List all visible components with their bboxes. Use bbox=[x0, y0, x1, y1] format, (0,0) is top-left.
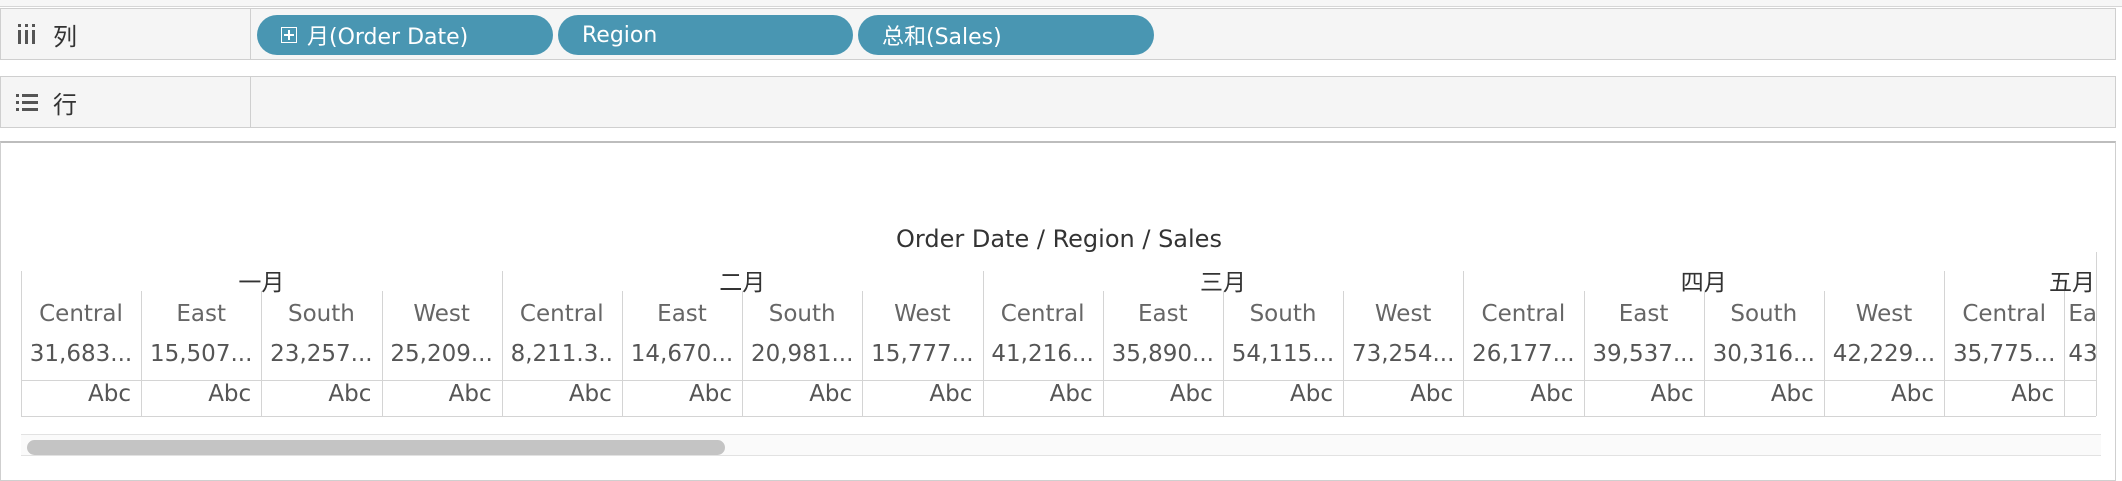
sales-value: 31,683... bbox=[29, 341, 133, 367]
region-header: South bbox=[287, 301, 355, 327]
region-header: Ea bbox=[2068, 301, 2097, 327]
month-header: 五月 bbox=[2049, 270, 2095, 296]
mark-text-cell[interactable]: Abc bbox=[21, 381, 131, 407]
columns-shelf-label: 列 bbox=[1, 9, 251, 59]
sales-value: 20,981... bbox=[750, 341, 854, 367]
pill-sum-sales[interactable]: 总和(Sales) bbox=[858, 15, 1154, 55]
region-header: Central bbox=[519, 301, 604, 327]
region-header: Central bbox=[1000, 301, 1085, 327]
region-header: West bbox=[1374, 301, 1432, 327]
rows-label: 行 bbox=[53, 90, 77, 119]
mark-text-cell[interactable]: Abc bbox=[862, 381, 972, 407]
region-header: West bbox=[894, 301, 951, 327]
pill-label: 总和(Sales) bbox=[882, 25, 1002, 50]
columns-label: 列 bbox=[53, 22, 77, 51]
region-header: South bbox=[1249, 301, 1317, 327]
mark-text-cell[interactable]: Abc bbox=[1463, 381, 1573, 407]
mark-text-cell[interactable]: Abc bbox=[983, 381, 1093, 407]
columns-icon bbox=[15, 22, 39, 46]
viz-view[interactable]: Order Date / Region / Sales 一月 二月 三月 四月 五月 Ce… bbox=[0, 141, 2116, 481]
scrollbar-thumb[interactable] bbox=[27, 440, 725, 455]
sales-value: 15,507... bbox=[149, 341, 253, 367]
mark-text-cell[interactable]: Abc bbox=[261, 381, 371, 407]
mark-text-cell[interactable]: Abc bbox=[502, 381, 612, 407]
mark-text-cell[interactable]: Abc bbox=[1103, 381, 1213, 407]
sales-value: 35,890... bbox=[1111, 341, 1214, 367]
region-header: Central bbox=[1962, 301, 2047, 327]
header-title: Order Date / Region / Sales bbox=[896, 225, 1222, 253]
mark-text-cell[interactable]: Abc bbox=[1223, 381, 1333, 407]
mark-text-cell[interactable]: Abc bbox=[1584, 381, 1694, 407]
mark-text-cell[interactable]: Abc bbox=[382, 381, 492, 407]
region-header: West bbox=[413, 301, 470, 327]
region-header: South bbox=[1730, 301, 1798, 327]
mark-text-cell[interactable]: Abc bbox=[1944, 381, 2054, 407]
expand-plus-icon[interactable] bbox=[281, 27, 297, 43]
rows-icon bbox=[15, 90, 39, 114]
mark-text-cell[interactable]: Abc bbox=[1824, 381, 1934, 407]
sales-value: 39,537... bbox=[1592, 341, 1695, 367]
column-divider bbox=[2064, 291, 2066, 416]
columns-shelf[interactable]: 列 月(Order Date) Region 总和(Sales) bbox=[0, 8, 2116, 60]
region-header: West bbox=[1855, 301, 1913, 327]
region-header: Central bbox=[39, 301, 123, 327]
mark-text-cell[interactable]: Abc bbox=[742, 381, 852, 407]
region-header: East bbox=[176, 301, 226, 327]
sales-value: 14,670... bbox=[630, 341, 734, 367]
sales-value: 41,216... bbox=[991, 341, 1094, 367]
sales-value: 15,777... bbox=[871, 341, 974, 367]
sales-value: 26,177... bbox=[1472, 341, 1575, 367]
mark-text-cell[interactable]: Abc bbox=[622, 381, 732, 407]
sales-value: 23,257... bbox=[270, 341, 373, 367]
region-header: East bbox=[1618, 301, 1669, 327]
sales-value: 30,316... bbox=[1712, 341, 1815, 367]
pill-label: Region bbox=[582, 22, 658, 48]
top-border bbox=[0, 0, 2122, 7]
region-header: South bbox=[768, 301, 836, 327]
sales-value: 43 bbox=[2068, 341, 2097, 367]
sales-value: 35,775... bbox=[1952, 341, 2056, 367]
pill-label: 月(Order Date) bbox=[307, 25, 469, 50]
rows-shelf-label: 行 bbox=[1, 77, 251, 127]
sales-value: 42,229... bbox=[1832, 341, 1936, 367]
pill-region[interactable]: Region bbox=[558, 15, 853, 55]
pill-month-order-date[interactable]: 月(Order Date) bbox=[257, 15, 553, 55]
sales-value: 8,211.3.. bbox=[510, 341, 613, 367]
sales-value: 54,115... bbox=[1231, 341, 1335, 367]
grid-bottom-line bbox=[21, 416, 2096, 417]
region-header: East bbox=[657, 301, 707, 327]
rows-shelf[interactable]: 行 bbox=[0, 76, 2116, 128]
grid-right-border bbox=[2096, 252, 2097, 416]
mark-text-cell[interactable]: Abc bbox=[141, 381, 251, 407]
region-header: East bbox=[1137, 301, 1188, 327]
sales-value: 73,254... bbox=[1351, 341, 1455, 367]
sales-value: 25,209... bbox=[390, 341, 493, 367]
region-header: Central bbox=[1481, 301, 1566, 327]
mark-text-cell[interactable]: Abc bbox=[1343, 381, 1453, 407]
mark-text-cell[interactable]: Abc bbox=[1704, 381, 1814, 407]
